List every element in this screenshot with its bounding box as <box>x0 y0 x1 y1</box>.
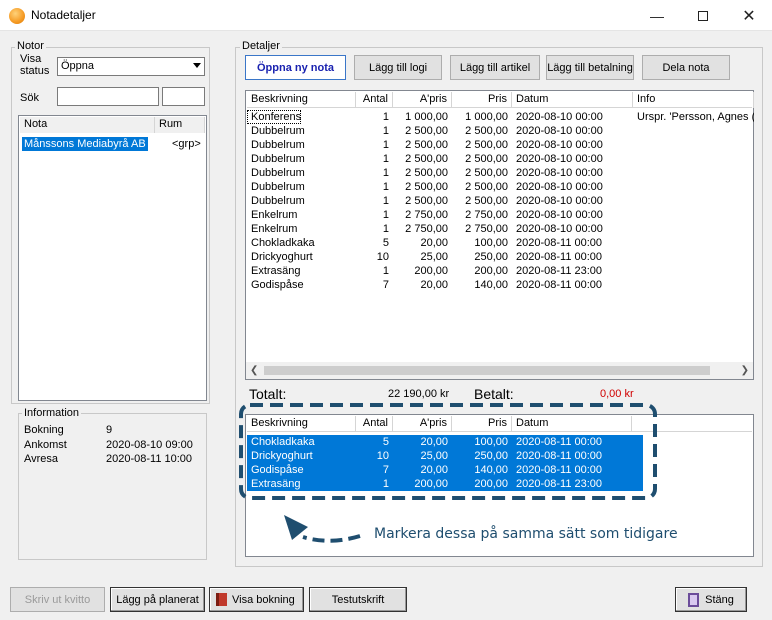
close-button[interactable]: Stäng <box>675 587 747 612</box>
show-booking-button[interactable]: Visa bokning <box>209 587 304 612</box>
add-planned-button[interactable]: Lägg på planerat <box>110 587 205 612</box>
door-icon <box>688 592 700 607</box>
annotation-text: Markera dessa på samma sätt som tidigare <box>374 526 678 542</box>
book-icon <box>216 593 227 606</box>
show-booking-label: Visa bokning <box>232 593 295 606</box>
test-print-button[interactable]: Testutskrift <box>309 587 407 612</box>
highlight-dashed-box <box>239 403 657 500</box>
annotation-arrow-line <box>302 534 361 543</box>
print-receipt-button[interactable]: Skriv ut kvitto <box>10 587 105 612</box>
close-label: Stäng <box>705 593 734 606</box>
